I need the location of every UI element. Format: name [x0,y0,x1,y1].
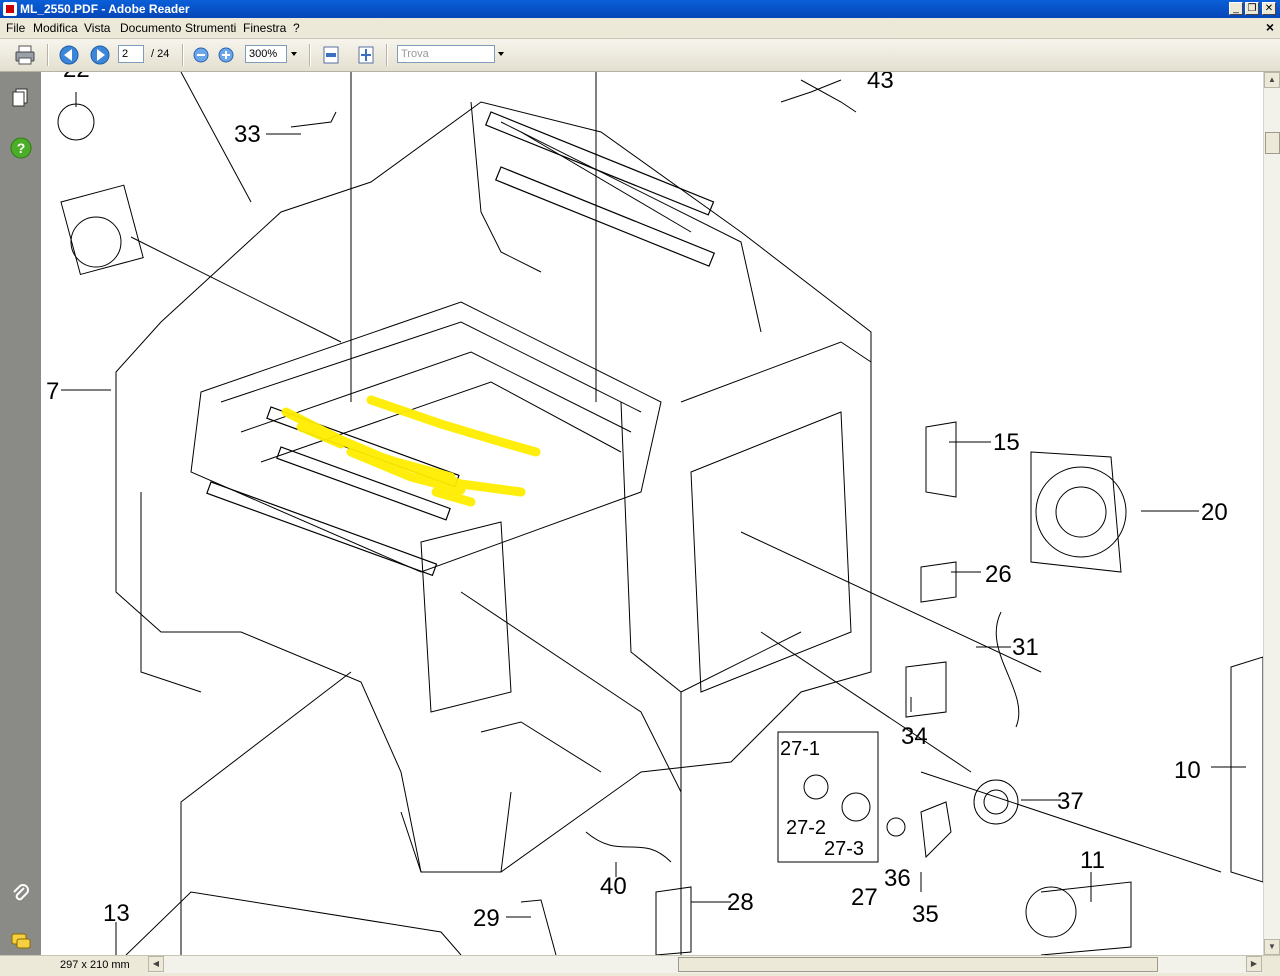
scroll-right-icon[interactable]: ▶ [1246,956,1262,972]
window-title: ML_2550.PDF - Adobe Reader [20,2,190,16]
part-label-22: 22 [63,72,90,83]
part-label-37: 37 [1057,788,1084,815]
next-page-icon[interactable] [89,44,111,66]
previous-page-icon[interactable] [58,44,80,66]
part-label-15: 15 [993,429,1020,456]
part-label-33: 33 [234,121,261,148]
print-icon[interactable] [14,44,36,66]
help-icon[interactable]: ? [9,136,33,160]
menu-bar: File Modifica Vista Documento Strumenti … [0,18,1280,39]
vertical-scrollbar[interactable]: ▲ ▼ [1263,72,1280,955]
menu-documento[interactable]: Documento [120,21,181,35]
part-label-31: 31 [1012,634,1039,661]
yellow-highlight [281,395,541,507]
zoom-level-input[interactable]: 300% [245,45,287,63]
navigation-panel: ? [0,72,41,955]
part-label-27-2: 27-2 [786,817,826,839]
part-label-36: 36 [884,865,911,892]
find-input[interactable]: Trova [397,45,495,63]
title-bar: ML_2550.PDF - Adobe Reader _ ❐ ✕ [0,0,1280,18]
part-label-26: 26 [985,561,1012,588]
document-view[interactable]: 22 33 43 7 15 20 26 31 34 10 37 27-1 27-… [41,72,1263,955]
part-label-11: 11 [1080,847,1105,874]
zoom-in-icon[interactable] [215,44,237,66]
horizontal-scroll-thumb[interactable] [678,957,1158,972]
menu-modifica[interactable]: Modifica [33,21,78,35]
minimize-button[interactable]: _ [1229,2,1243,15]
part-label-34: 34 [901,723,928,750]
adobe-pdf-icon [3,2,17,16]
toolbar-separator [182,44,184,66]
scroll-left-icon[interactable]: ◀ [148,956,164,972]
toolbar-separator [309,44,311,66]
menu-strumenti[interactable]: Strumenti [185,21,236,35]
toolbar-separator [386,44,388,66]
part-label-40: 40 [600,873,627,900]
page-total-label: / 24 [151,48,170,60]
svg-text:?: ? [17,140,26,156]
zoom-dropdown-arrow-icon[interactable] [291,52,297,56]
zoom-out-icon[interactable] [190,44,212,66]
scroll-down-icon[interactable]: ▼ [1264,939,1280,955]
toolbar-separator [47,44,49,66]
find-dropdown-arrow-icon[interactable] [498,52,504,56]
comments-icon[interactable] [9,930,33,954]
part-label-27-1: 27-1 [780,738,820,760]
menu-vista[interactable]: Vista [84,21,110,35]
toolbar: 2 / 24 300% Trova [0,39,1280,72]
menu-finestra[interactable]: Finestra [243,21,286,35]
part-label-20: 20 [1201,499,1228,526]
attachment-icon[interactable] [9,882,33,906]
page-size-label: 297 x 210 mm [60,959,130,971]
fit-width-icon[interactable] [320,44,342,66]
document-close-button[interactable]: × [1266,19,1274,35]
part-label-35: 35 [912,901,939,928]
menu-file[interactable]: File [6,21,25,35]
part-label-28: 28 [727,889,754,916]
menu-help[interactable]: ? [293,21,300,35]
restore-button[interactable]: ❐ [1245,2,1259,15]
part-label-43: 43 [867,72,894,94]
horizontal-scrollbar[interactable]: ◀ ▶ [148,956,1262,973]
part-label-10: 10 [1174,757,1201,784]
vertical-scroll-thumb[interactable] [1265,132,1280,154]
part-label-29: 29 [473,905,500,932]
part-label-13: 13 [103,900,130,927]
exploded-parts-diagram: 22 33 43 7 15 20 26 31 34 10 37 27-1 27-… [46,72,1263,955]
pages-icon[interactable] [9,86,33,110]
part-label-7: 7 [46,378,59,405]
part-label-27: 27 [851,884,878,911]
page-number-input[interactable]: 2 [118,45,144,63]
fit-page-icon[interactable] [355,44,377,66]
part-label-27-3: 27-3 [824,838,864,860]
close-button[interactable]: ✕ [1262,2,1276,15]
scroll-up-icon[interactable]: ▲ [1264,72,1280,88]
